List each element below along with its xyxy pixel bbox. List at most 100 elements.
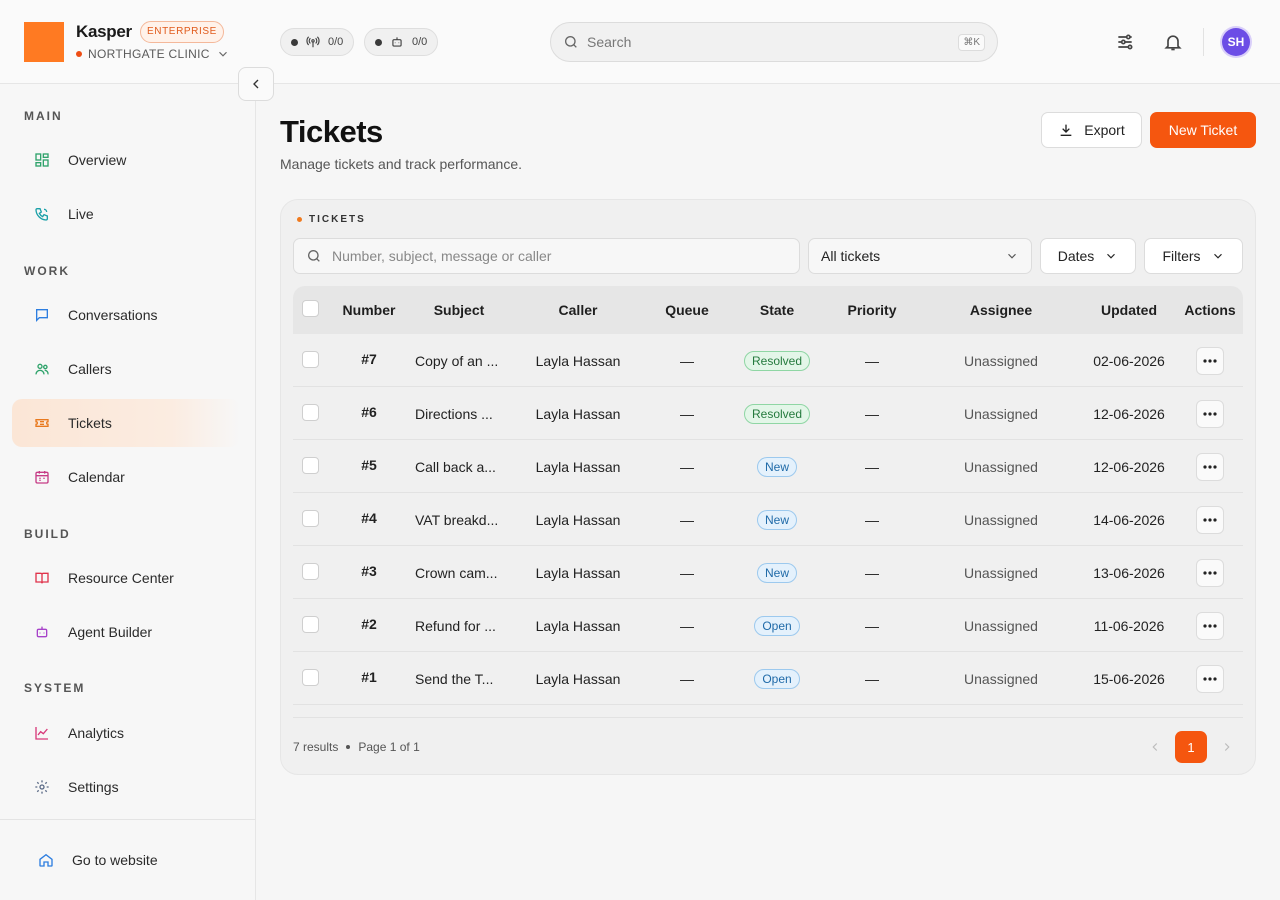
cell-caller: Layla Hassan (535, 352, 621, 369)
cell-priority: — (865, 670, 879, 687)
status-badge: Resolved (743, 403, 811, 424)
export-button[interactable]: Export (1041, 112, 1142, 148)
new-ticket-button[interactable]: New Ticket (1150, 112, 1256, 148)
cell-number: #6 (361, 403, 377, 420)
more-icon (1203, 464, 1217, 469)
select-value: All tickets (821, 248, 881, 264)
row-actions-button[interactable] (1196, 346, 1224, 375)
table-row[interactable]: #6 Directions ... Layla Hassan — Resolved — Un… (293, 387, 1243, 440)
row-actions-button[interactable] (1196, 611, 1224, 640)
live-calls-pill[interactable]: 0/0 (280, 28, 355, 56)
row-checkbox[interactable] (302, 404, 319, 421)
table-row[interactable]: #5 Call back a... Layla Hassan — New — Unassig… (293, 440, 1243, 493)
sidebar-item-callers[interactable]: Callers (12, 345, 240, 393)
col-subject[interactable]: Subject (411, 286, 507, 334)
sidebar-item-conversations[interactable]: Conversations (12, 291, 240, 339)
table-row[interactable]: #3 Crown cam... Layla Hassan — New — Unassigne… (293, 546, 1243, 599)
org-switcher[interactable]: NORTHGATE CLINIC (76, 47, 230, 61)
cell-assignee: Unassigned (964, 458, 1038, 475)
cell-number: #3 (361, 562, 377, 579)
prev-page-button[interactable] (1139, 731, 1171, 763)
sidebar-item-analytics[interactable]: Analytics (12, 709, 240, 757)
sliders-icon[interactable] (1115, 32, 1135, 52)
cell-state: Resolved (737, 387, 817, 440)
cell-queue: — (680, 511, 694, 528)
next-page-button[interactable] (1211, 731, 1243, 763)
row-actions-button[interactable] (1196, 558, 1224, 587)
global-search[interactable]: Search ⌘K (550, 22, 998, 62)
sidebar-item-label: Callers (68, 361, 112, 377)
cell-updated: 11-06-2026 (1093, 617, 1165, 634)
bell-icon[interactable] (1163, 32, 1183, 52)
cell-subject[interactable]: Directions ... (415, 387, 515, 440)
row-checkbox[interactable] (302, 616, 319, 633)
sidebar-item-resource-center[interactable]: Resource Center (12, 554, 240, 602)
more-icon (1203, 623, 1217, 628)
agents-pill[interactable]: 0/0 (364, 28, 439, 56)
cell-assignee: Unassigned (964, 511, 1038, 528)
user-avatar[interactable]: SH (1222, 28, 1250, 56)
cell-subject[interactable]: Copy of an ... (415, 334, 515, 387)
home-icon (38, 852, 54, 868)
row-actions-button[interactable] (1196, 505, 1224, 534)
ticket-search-placeholder: Number, subject, message or caller (332, 248, 552, 264)
cell-queue: — (680, 458, 694, 475)
filters-button[interactable]: Filters (1144, 238, 1243, 274)
row-checkbox[interactable] (302, 510, 319, 527)
col-queue[interactable]: Queue (647, 286, 727, 334)
org-status-dot (76, 51, 82, 57)
col-priority[interactable]: Priority (827, 286, 917, 334)
sidebar-item-settings[interactable]: Settings (12, 763, 240, 811)
table-row[interactable]: #4 VAT breakd... Layla Hassan — New — Unassign… (293, 493, 1243, 546)
cell-subject[interactable]: VAT breakd... (415, 493, 515, 546)
row-actions-button[interactable] (1196, 664, 1224, 693)
sidebar-item-live[interactable]: Live (12, 190, 240, 238)
download-icon (1058, 122, 1074, 138)
sidebar-item-overview[interactable]: Overview (12, 136, 240, 184)
org-name: NORTHGATE CLINIC (88, 47, 210, 61)
page-button-current[interactable]: 1 (1175, 731, 1207, 763)
select-all-checkbox[interactable] (302, 300, 319, 317)
go-to-website-link[interactable]: Go to website (16, 836, 244, 884)
row-checkbox[interactable] (302, 669, 319, 686)
row-actions-button[interactable] (1196, 399, 1224, 428)
dates-label: Dates (1057, 248, 1095, 264)
row-actions-button[interactable] (1196, 452, 1224, 481)
table-row[interactable]: #7 Copy of an ... Layla Hassan — Resolved — Un… (293, 334, 1243, 387)
collapse-sidebar-button[interactable] (238, 67, 274, 101)
row-checkbox[interactable] (302, 351, 319, 368)
card-title: TICKETS (297, 214, 366, 225)
row-checkbox[interactable] (302, 457, 319, 474)
cell-subject[interactable]: Crown cam... (415, 546, 515, 599)
cell-subject[interactable]: Send the T... (415, 652, 515, 705)
chat-icon (34, 307, 50, 323)
ticket-scope-select[interactable]: All tickets (808, 238, 1032, 274)
sidebar-item-tickets[interactable]: Tickets (12, 399, 240, 447)
col-assignee[interactable]: Assignee (943, 286, 1059, 334)
col-updated[interactable]: Updated (1083, 286, 1175, 334)
cell-state: New (737, 546, 817, 599)
ticket-search-input[interactable]: Number, subject, message or caller (293, 238, 800, 274)
cell-priority: — (865, 617, 879, 634)
cell-actions (1181, 546, 1239, 599)
sidebar-item-agent-builder[interactable]: Agent Builder (12, 608, 240, 656)
status-badge: New (756, 562, 797, 583)
more-icon (1203, 358, 1217, 363)
cell-actions (1181, 652, 1239, 705)
table-row[interactable]: #1 Send the T... Layla Hassan — Open — Unassig… (293, 652, 1243, 705)
status-badge: Open (754, 668, 800, 689)
cell-assignee: Unassigned (964, 352, 1038, 369)
search-icon (306, 248, 322, 264)
col-caller[interactable]: Caller (525, 286, 631, 334)
sidebar-item-calendar[interactable]: Calendar (12, 453, 240, 501)
dates-button[interactable]: Dates (1040, 238, 1136, 274)
col-state[interactable]: State (737, 286, 817, 334)
cell-subject[interactable]: Refund for ... (415, 599, 515, 652)
cell-queue: — (680, 352, 694, 369)
row-checkbox[interactable] (302, 563, 319, 580)
cell-subject[interactable]: Call back a... (415, 440, 515, 493)
search-icon (563, 34, 579, 50)
col-number[interactable]: Number (331, 286, 407, 334)
table-row[interactable]: #2 Refund for ... Layla Hassan — Open — Unassi… (293, 599, 1243, 652)
cell-caller: Layla Hassan (535, 405, 621, 422)
